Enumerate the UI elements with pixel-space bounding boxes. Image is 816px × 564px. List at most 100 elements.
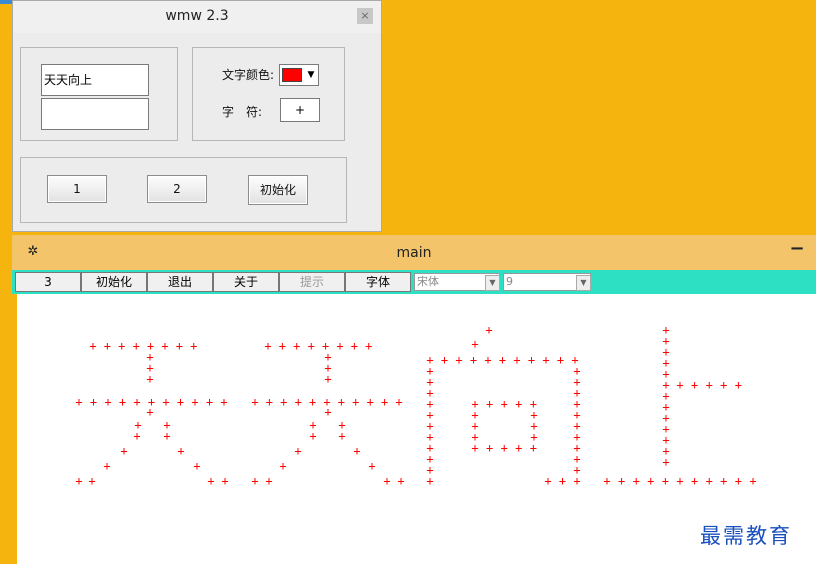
banner-plus-mark: + <box>603 474 610 488</box>
banner-plus-mark: + <box>471 337 478 351</box>
banner-plus-mark: + <box>351 339 358 353</box>
banner-plus-mark: + <box>557 353 564 367</box>
banner-plus-mark: + <box>265 474 272 488</box>
chevron-down-icon[interactable]: ▼ <box>576 275 591 291</box>
font-name-value: 宋体 <box>417 275 439 288</box>
banner-plus-mark: + <box>279 339 286 353</box>
banner-plus-mark: + <box>368 459 375 473</box>
button-2[interactable]: 2 <box>147 175 207 203</box>
banner-plus-mark: + <box>162 395 169 409</box>
banner-plus-mark: + <box>264 339 271 353</box>
banner-plus-mark: + <box>221 474 228 488</box>
banner-plus-mark: + <box>720 378 727 392</box>
banner-plus-mark: + <box>104 339 111 353</box>
dialog-title: wmw 2.3 <box>13 1 381 31</box>
banner-plus-mark: + <box>515 397 522 411</box>
chevron-down-icon[interactable]: ▼ <box>304 66 318 84</box>
banner-plus-mark: + <box>176 339 183 353</box>
banner-plus-mark: + <box>618 474 625 488</box>
character-label: 字 符: <box>222 105 263 119</box>
banner-plus-mark: + <box>647 474 654 488</box>
minimize-icon[interactable]: − <box>788 240 806 260</box>
banner-plus-mark: + <box>662 474 669 488</box>
banner-plus-mark: + <box>735 378 742 392</box>
banner-plus-mark: + <box>395 395 402 409</box>
banner-plus-mark: + <box>163 429 170 443</box>
banner-plus-mark: + <box>338 429 345 443</box>
banner-plus-mark: + <box>133 395 140 409</box>
banner-plus-mark: + <box>120 444 127 458</box>
character-input[interactable]: + <box>280 98 320 122</box>
close-icon[interactable]: × <box>357 8 373 24</box>
banner-plus-mark: + <box>573 474 580 488</box>
banner-plus-mark: + <box>177 395 184 409</box>
banner-plus-mark: + <box>308 339 315 353</box>
watermark-text: 最需教育 <box>700 524 792 548</box>
banner-plus-mark: + <box>749 474 756 488</box>
banner-plus-mark: + <box>499 353 506 367</box>
banner-plus-mark: + <box>293 339 300 353</box>
banner-plus-mark: + <box>501 397 508 411</box>
banner-plus-mark: + <box>470 353 477 367</box>
banner-plus-mark: + <box>352 395 359 409</box>
main-title: main <box>12 235 816 270</box>
banner-plus-mark: + <box>544 474 551 488</box>
text-color-dropdown[interactable]: ▼ <box>279 64 319 86</box>
text-input[interactable]: 天天向上 <box>41 64 149 96</box>
banner-plus-mark: + <box>542 353 549 367</box>
banner-plus-mark: + <box>633 474 640 488</box>
toolbar-button-3[interactable]: 3 <box>15 272 81 292</box>
banner-plus-mark: + <box>207 474 214 488</box>
banner-plus-mark: + <box>662 455 669 469</box>
banner-canvas: + + + + + + + + + + + + + + + + + + + + + + + + + + + + + + + + + + + + + + + +… <box>17 294 816 564</box>
banner-plus-mark: + <box>279 459 286 473</box>
app-icon[interactable]: ✲ <box>25 244 41 260</box>
banner-plus-mark: + <box>455 353 462 367</box>
banner-plus-mark: + <box>353 444 360 458</box>
secondary-text-input[interactable] <box>41 98 149 130</box>
toolbar-hint-button[interactable]: 提示 <box>279 272 345 292</box>
banner-plus-mark: + <box>720 474 727 488</box>
toolbar-about-button[interactable]: 关于 <box>213 272 279 292</box>
banner-plus-mark: + <box>118 339 125 353</box>
banner-plus-mark: + <box>676 378 683 392</box>
initialize-button[interactable]: 初始化 <box>248 175 308 205</box>
banner-plus-mark: + <box>161 339 168 353</box>
banner-plus-mark: + <box>441 353 448 367</box>
banner-plus-mark: + <box>426 474 433 488</box>
toolbar-exit-button[interactable]: 退出 <box>147 272 213 292</box>
banner-plus-mark: + <box>133 339 140 353</box>
font-size-combo[interactable]: 9 ▼ <box>503 273 591 291</box>
banner-plus-mark: + <box>471 441 478 455</box>
font-name-combo[interactable]: 宋体 ▼ <box>414 273 500 291</box>
chevron-down-icon[interactable]: ▼ <box>485 275 500 291</box>
banner-plus-mark: + <box>280 395 287 409</box>
toolbar: 3 初始化 退出 关于 提示 字体 宋体 ▼ 9 ▼ <box>12 270 816 294</box>
banner-plus-mark: + <box>146 372 153 386</box>
banner-plus-mark: + <box>397 474 404 488</box>
main-window: main ✲ − 3 初始化 退出 关于 提示 字体 宋体 ▼ 9 ▼ + + + +… <box>12 235 816 564</box>
banner-plus-mark: + <box>515 441 522 455</box>
banner-plus-mark: + <box>324 405 331 419</box>
banner-plus-mark: + <box>75 395 82 409</box>
toolbar-font-button[interactable]: 字体 <box>345 272 411 292</box>
banner-plus-mark: + <box>206 395 213 409</box>
toolbar-init-button[interactable]: 初始化 <box>81 272 147 292</box>
plus-banner: + + + + + + + + + + + + + + + + + + + + + + + + + + + + + + + + + + + + + + + +… <box>75 323 756 488</box>
banner-plus-mark: + <box>146 405 153 419</box>
font-size-value: 9 <box>506 275 513 288</box>
banner-plus-mark: + <box>324 372 331 386</box>
banner-plus-mark: + <box>338 395 345 409</box>
banner-plus-mark: + <box>294 444 301 458</box>
banner-plus-mark: + <box>104 395 111 409</box>
banner-plus-mark: + <box>691 378 698 392</box>
banner-plus-mark: + <box>691 474 698 488</box>
banner-plus-mark: + <box>266 395 273 409</box>
banner-plus-mark: + <box>706 474 713 488</box>
banner-plus-mark: + <box>191 395 198 409</box>
banner-plus-mark: + <box>486 441 493 455</box>
banner-plus-mark: + <box>485 323 492 337</box>
button-1[interactable]: 1 <box>47 175 107 203</box>
banner-plus-mark: + <box>336 339 343 353</box>
banner-plus-mark: + <box>486 397 493 411</box>
